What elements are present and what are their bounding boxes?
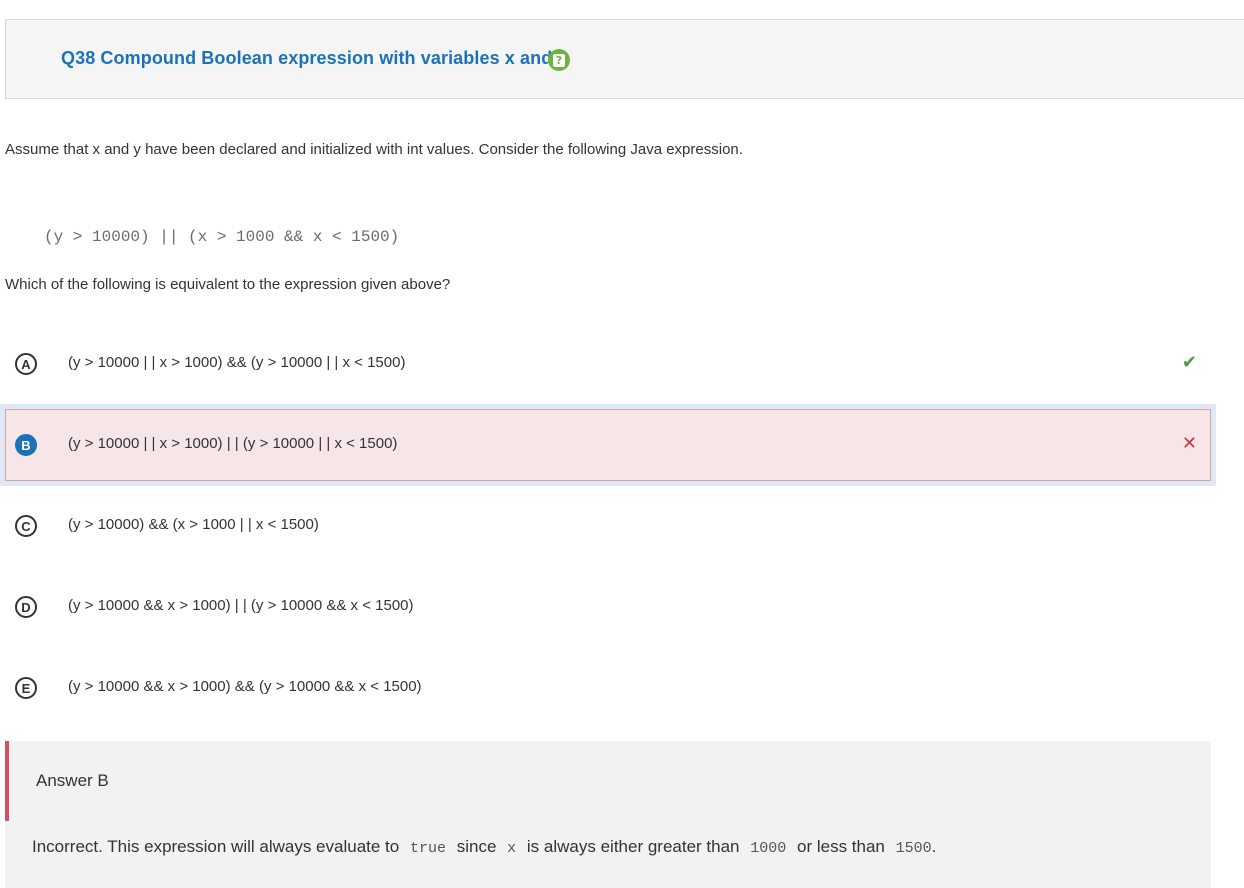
answer-option-a[interactable]: A (y > 10000 | | x > 1000) && (y > 10000… xyxy=(5,328,1211,400)
option-text: (y > 10000 && x > 1000) | | (y > 10000 &… xyxy=(68,597,414,614)
explanation-text: is always either greater than xyxy=(526,837,740,856)
answer-explanation: Incorrect. This expression will always e… xyxy=(32,837,936,857)
explanation-text: or less than xyxy=(797,837,885,856)
explanation-code: x xyxy=(507,840,517,857)
question-header: Q38 Compound Boolean expression with var… xyxy=(5,19,1244,99)
option-letter-badge: A xyxy=(15,353,37,375)
explanation-code: 1000 xyxy=(750,840,787,857)
check-icon: ✔ xyxy=(1181,352,1197,372)
question-prompt: Which of the following is equivalent to … xyxy=(5,276,451,293)
option-letter-badge: E xyxy=(15,677,37,699)
option-letter-badge: B xyxy=(15,434,37,456)
option-text: (y > 10000 && x > 1000) && (y > 10000 &&… xyxy=(68,678,422,695)
answer-option-d[interactable]: D (y > 10000 && x > 1000) | | (y > 10000… xyxy=(5,571,1211,643)
incorrect-indicator-bar xyxy=(5,741,9,821)
code-expression: (y > 10000) || (x > 1000 && x < 1500) xyxy=(44,228,400,246)
answer-feedback-panel: Answer B Incorrect. This expression will… xyxy=(5,741,1211,888)
explanation-code: true xyxy=(409,840,446,857)
option-text: (y > 10000 | | x > 1000) | | (y > 10000 … xyxy=(68,435,398,452)
x-icon: ✕ xyxy=(1181,433,1197,453)
explanation-text: . xyxy=(931,837,937,856)
option-letter-badge: D xyxy=(15,596,37,618)
explanation-text: Incorrect. This expression will always e… xyxy=(32,837,400,856)
option-letter-badge: C xyxy=(15,515,37,537)
answer-option-c[interactable]: C (y > 10000) && (x > 1000 | | x < 1500) xyxy=(5,490,1211,562)
answer-option-e[interactable]: E (y > 10000 && x > 1000) && (y > 10000 … xyxy=(5,652,1211,724)
answer-title: Answer B xyxy=(36,771,109,790)
question-intro: Assume that x and y have been declared a… xyxy=(5,141,743,158)
explanation-code: 1500 xyxy=(895,840,932,857)
question-title[interactable]: Q38 Compound Boolean expression with var… xyxy=(61,48,568,69)
help-icon[interactable]: ? xyxy=(548,49,570,71)
option-text: (y > 10000 | | x > 1000) && (y > 10000 |… xyxy=(68,354,406,371)
option-text: (y > 10000) && (x > 1000 | | x < 1500) xyxy=(68,516,319,533)
help-icon-glyph: ? xyxy=(553,53,565,67)
explanation-text: since xyxy=(456,837,497,856)
answer-option-b[interactable]: B (y > 10000 | | x > 1000) | | (y > 1000… xyxy=(5,409,1211,481)
